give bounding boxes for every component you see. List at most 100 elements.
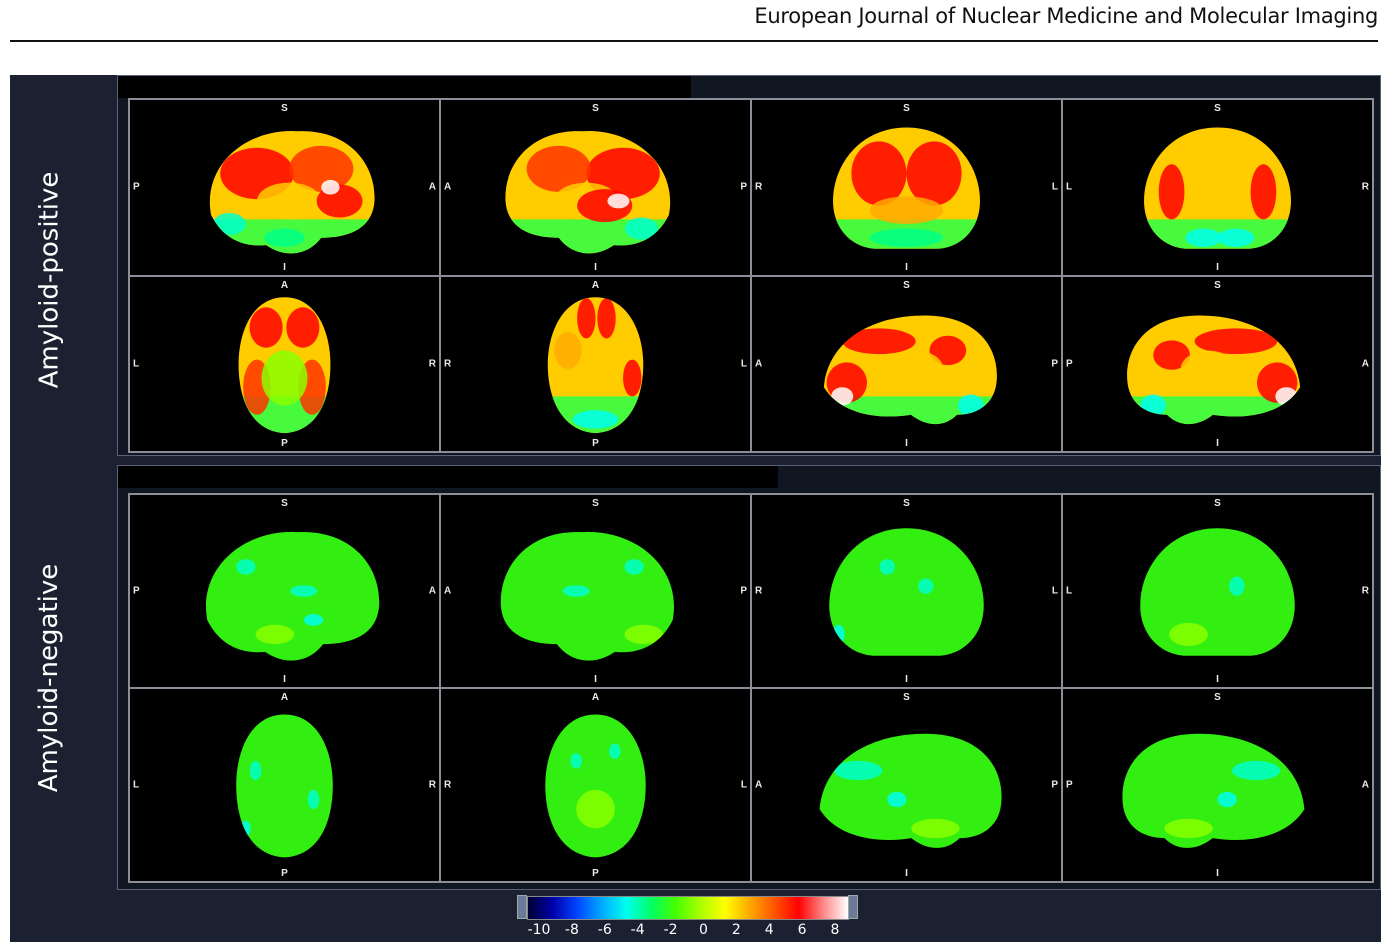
orientation-label-left: L bbox=[1066, 181, 1073, 193]
orientation-label-left: L bbox=[1066, 585, 1073, 597]
orientation-label-left: P bbox=[133, 181, 140, 193]
orientation-label-right: A bbox=[428, 181, 436, 193]
orientation-label-top: A bbox=[591, 279, 600, 291]
row-label-negative: Amyloid-negative bbox=[34, 493, 64, 863]
orientation-label-left: L bbox=[133, 779, 140, 791]
view-grid-negative: SIPASIAPSIRLSILRAPLRAPRLSIAPSIPA bbox=[128, 493, 1374, 883]
colorbar-tick-label: -2 bbox=[663, 922, 678, 938]
brain-view-inferior: A P R L bbox=[440, 275, 751, 452]
colorbar-gradient bbox=[527, 896, 849, 920]
brain-view-medial-left: S I A P bbox=[751, 275, 1062, 452]
orientation-label-top: S bbox=[903, 279, 910, 291]
orientation-label-top: S bbox=[592, 103, 599, 114]
colorbar-tick-label: 4 bbox=[764, 922, 774, 938]
journal-title: European Journal of Nuclear Medicine and… bbox=[754, 4, 1378, 28]
colorbar-tick-label: -10 bbox=[527, 922, 551, 938]
orientation-label-left: A bbox=[444, 585, 452, 597]
brain-render bbox=[209, 130, 375, 254]
orientation-label-top: S bbox=[1214, 498, 1221, 509]
orientation-label-bottom: I bbox=[905, 868, 908, 879]
colorbar-left-handle[interactable] bbox=[517, 895, 527, 919]
orientation-label-top: S bbox=[903, 692, 910, 703]
orientation-label-left: R bbox=[755, 585, 763, 597]
orientation-label-top: A bbox=[280, 692, 289, 703]
brain-render bbox=[829, 528, 984, 656]
row-label-text: Amyloid-positive bbox=[34, 171, 65, 389]
colorbar-tick-label: 6 bbox=[797, 922, 807, 938]
brain-view-posterior: S I L R bbox=[1062, 99, 1373, 276]
orientation-label-bottom: I bbox=[905, 674, 908, 685]
brain-render bbox=[238, 296, 331, 433]
brain-view-medial-left: S I A P bbox=[751, 688, 1062, 882]
colorbar-tick-label: 0 bbox=[698, 922, 708, 938]
orientation-label-top: S bbox=[903, 103, 910, 114]
view-grid-positive: SIPASIAPSIRLSILRAPLRAPRLSIAPSIPA bbox=[128, 98, 1374, 453]
figure: Amyloid-positive Amyloid-negative SIPASI… bbox=[10, 75, 1381, 942]
orientation-label-bottom: P bbox=[281, 438, 288, 449]
colorbar-right-handle[interactable] bbox=[848, 895, 858, 919]
orientation-label-right: R bbox=[428, 779, 436, 791]
orientation-label-bottom: P bbox=[592, 438, 599, 449]
brain-render bbox=[1122, 733, 1305, 848]
colorbar-tick-label: -4 bbox=[630, 922, 645, 938]
brain-render bbox=[823, 314, 997, 424]
orientation-label-left: P bbox=[133, 585, 140, 597]
orientation-label-left: L bbox=[133, 358, 140, 370]
brain-view-lateral-right: S I A P bbox=[440, 494, 751, 688]
colorbar-tick-label: 2 bbox=[731, 922, 741, 938]
brain-render bbox=[819, 733, 1002, 848]
brain-view-inferior: A P R L bbox=[440, 688, 751, 882]
orientation-label-right: R bbox=[1361, 585, 1369, 597]
orientation-label-top: S bbox=[592, 498, 599, 509]
orientation-label-left: A bbox=[755, 358, 763, 370]
orientation-label-top: A bbox=[280, 279, 289, 291]
brain-render bbox=[206, 531, 380, 661]
brain-render bbox=[1140, 528, 1295, 656]
brain-render bbox=[545, 714, 646, 858]
orientation-label-top: S bbox=[1214, 279, 1221, 291]
panel-negative: SIPASIAPSIRLSILRAPLRAPRLSIAPSIPA bbox=[117, 465, 1381, 890]
orientation-label-left: P bbox=[1066, 358, 1073, 370]
orientation-label-right: A bbox=[428, 585, 436, 597]
brain-render bbox=[833, 127, 980, 249]
orientation-label-top: A bbox=[591, 692, 600, 703]
colorbar: -10 -8 -6 -4 -2 0 2 4 6 8 bbox=[517, 895, 858, 940]
orientation-label-bottom: I bbox=[594, 261, 597, 273]
brain-render bbox=[1144, 127, 1291, 249]
orientation-label-right: L bbox=[740, 779, 747, 791]
orientation-label-left: R bbox=[755, 181, 763, 193]
row-label-positive: Amyloid-positive bbox=[34, 95, 64, 465]
orientation-label-left: A bbox=[755, 779, 763, 791]
orientation-label-bottom: I bbox=[905, 261, 908, 273]
orientation-label-right: P bbox=[740, 585, 747, 597]
orientation-label-left: R bbox=[444, 358, 452, 370]
brain-view-lateral-left: S I P A bbox=[129, 99, 440, 276]
panel-positive: SIPASIAPSIRLSILRAPLRAPRLSIAPSIPA bbox=[117, 75, 1381, 456]
orientation-label-right: P bbox=[1051, 779, 1058, 791]
panel-toolbar bbox=[118, 466, 778, 488]
orientation-label-bottom: I bbox=[1216, 261, 1219, 273]
orientation-label-top: S bbox=[903, 498, 910, 509]
brain-view-medial-right: S I P A bbox=[1062, 688, 1373, 882]
orientation-label-right: R bbox=[428, 358, 436, 370]
orientation-label-bottom: I bbox=[1216, 868, 1219, 879]
orientation-label-top: S bbox=[1214, 692, 1221, 703]
brain-render bbox=[505, 130, 671, 254]
orientation-label-bottom: I bbox=[283, 261, 286, 273]
orientation-label-top: S bbox=[1214, 103, 1221, 114]
orientation-label-bottom: I bbox=[1216, 438, 1219, 449]
orientation-label-left: P bbox=[1066, 779, 1073, 791]
brain-view-posterior: S I L R bbox=[1062, 494, 1373, 688]
orientation-label-right: L bbox=[1051, 181, 1058, 193]
brain-render bbox=[500, 531, 674, 661]
brain-render bbox=[236, 714, 333, 858]
colorbar-ticks: -10 -8 -6 -4 -2 0 2 4 6 8 bbox=[517, 922, 857, 938]
brain-view-superior: A P L R bbox=[129, 275, 440, 452]
colorbar-tick-label: -8 bbox=[564, 922, 579, 938]
brain-render bbox=[547, 296, 644, 433]
orientation-label-left: A bbox=[444, 181, 452, 193]
brain-view-lateral-right: S I A P bbox=[440, 99, 751, 276]
panel-toolbar bbox=[118, 76, 691, 98]
colorbar-tick-label: -6 bbox=[597, 922, 612, 938]
colorbar-tick-label: 8 bbox=[830, 922, 840, 938]
